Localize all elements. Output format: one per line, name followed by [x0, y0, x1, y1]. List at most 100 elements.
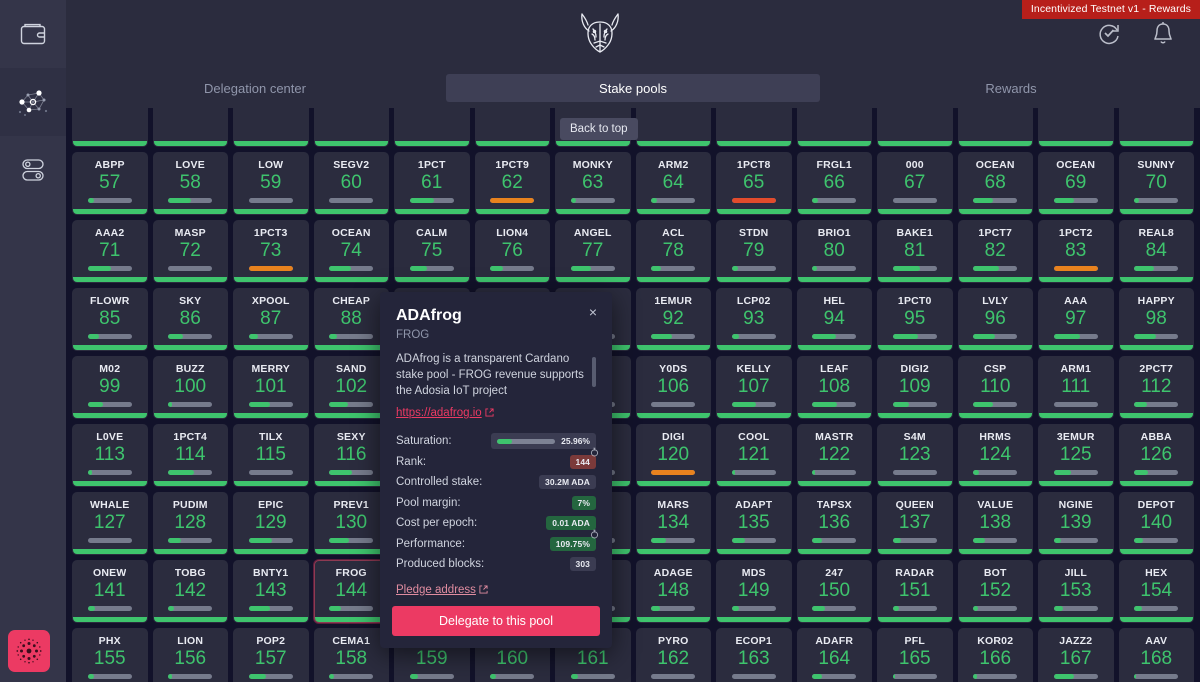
stake-pool-card[interactable]: FRGL1 66	[796, 152, 872, 215]
stake-pool-card[interactable]: LEAF 108	[796, 356, 872, 419]
stake-pool-card[interactable]: CEMA1 158	[313, 628, 389, 682]
stake-pool-card[interactable]: CSP 110	[957, 356, 1033, 419]
stake-pool-card[interactable]: S4M 123	[877, 424, 953, 487]
stake-pool-card[interactable]: JAZZ2 167	[1038, 628, 1114, 682]
stake-pool-card[interactable]: SKY 86	[152, 288, 228, 351]
stake-pool-card[interactable]: COOL 121	[716, 424, 792, 487]
info-icon[interactable]	[589, 528, 600, 539]
stake-pool-card[interactable]: LION4 76	[474, 220, 550, 283]
stake-pool-card[interactable]: QUEEN 137	[877, 492, 953, 555]
stake-pool-card[interactable]: KOR02 166	[957, 628, 1033, 682]
stake-pool-card[interactable]: 1PCT3 73	[233, 220, 309, 283]
stake-pool-card[interactable]	[474, 108, 550, 147]
stake-pool-card[interactable]: CALM 75	[394, 220, 470, 283]
delegate-to-pool-button[interactable]: Delegate to this pool	[392, 606, 600, 636]
stake-pool-card[interactable]: WHALE 127	[72, 492, 148, 555]
stake-pool-card[interactable]: MERRY 101	[233, 356, 309, 419]
stake-pool-card[interactable]: LCP02 93	[716, 288, 792, 351]
stake-pool-card[interactable]	[716, 108, 792, 147]
sidebar-item-cardano-network[interactable]	[8, 630, 50, 672]
stake-pool-card[interactable]: 1PCT7 82	[957, 220, 1033, 283]
stake-pool-card[interactable]: HAPPY 98	[1118, 288, 1194, 351]
stake-pool-card[interactable]: PUDIM 128	[152, 492, 228, 555]
pool-website-link[interactable]: https://adafrog.io	[396, 407, 494, 419]
stake-pool-card[interactable]	[1038, 108, 1114, 147]
stake-pool-card[interactable]: DIGI2 109	[877, 356, 953, 419]
stake-pool-card[interactable]: CHEAP 88	[313, 288, 389, 351]
stake-pool-card[interactable]: REAL8 84	[1118, 220, 1194, 283]
close-icon[interactable]: ×	[585, 304, 601, 320]
stake-pool-card[interactable]: ECOP1 163	[716, 628, 792, 682]
tab-delegation-center[interactable]: Delegation center	[68, 74, 442, 102]
stake-pool-card[interactable]: LION 156	[152, 628, 228, 682]
stake-pool-card[interactable]: LOVE 58	[152, 152, 228, 215]
stake-pool-card[interactable]: EPIC 129	[233, 492, 309, 555]
stake-pool-card[interactable]: MASP 72	[152, 220, 228, 283]
stake-pool-card[interactable]: OCEAN 69	[1038, 152, 1114, 215]
stake-pool-card[interactable]: SEGV2 60	[313, 152, 389, 215]
stake-pool-card[interactable]: 1PCT9 62	[474, 152, 550, 215]
stake-pool-card[interactable]: OCEAN 68	[957, 152, 1033, 215]
stake-pool-card[interactable]: STDN 79	[716, 220, 792, 283]
stake-pool-card[interactable]: 247 150	[796, 560, 872, 623]
stake-pool-card[interactable]: HEL 94	[796, 288, 872, 351]
pledge-address-link[interactable]: Pledge address	[396, 584, 488, 596]
stake-pool-card[interactable]: 1PCT 61	[394, 152, 470, 215]
stake-pool-card[interactable]: 000 67	[877, 152, 953, 215]
stake-pool-card[interactable]: 1PCT8 65	[716, 152, 792, 215]
stake-pool-card[interactable]: MARS 134	[635, 492, 711, 555]
stake-pool-card[interactable]: FROG 144	[313, 560, 389, 623]
stake-pool-card[interactable]: VALUE 138	[957, 492, 1033, 555]
stake-pool-card[interactable]	[635, 108, 711, 147]
stake-pool-card[interactable]: ACL 78	[635, 220, 711, 283]
stake-pool-card[interactable]: KELLY 107	[716, 356, 792, 419]
wallet-nav-button[interactable]	[0, 0, 66, 68]
stake-pool-card[interactable]: DIGI 120	[635, 424, 711, 487]
back-to-top-tooltip[interactable]: Back to top	[560, 118, 638, 140]
stake-pool-card[interactable]: ONEW 141	[72, 560, 148, 623]
sync-status-icon[interactable]	[1094, 18, 1124, 48]
stake-pool-card[interactable]: XPOOL 87	[233, 288, 309, 351]
stake-pool-card[interactable]: L0VE 113	[72, 424, 148, 487]
stake-pool-card[interactable]: ARM1 111	[1038, 356, 1114, 419]
stake-pool-card[interactable]	[152, 108, 228, 147]
stake-pool-card[interactable]: AAA2 71	[72, 220, 148, 283]
stake-pool-card[interactable]	[796, 108, 872, 147]
stake-pool-card[interactable]: ADAPT 135	[716, 492, 792, 555]
stake-pool-card[interactable]: SUNNY 70	[1118, 152, 1194, 215]
stake-pool-card[interactable]	[233, 108, 309, 147]
stake-pool-card[interactable]	[1118, 108, 1194, 147]
sidebar-item-network[interactable]	[0, 68, 66, 136]
stake-pool-card[interactable]: SAND 102	[313, 356, 389, 419]
stake-pool-card[interactable]: LVLY 96	[957, 288, 1033, 351]
sidebar-item-settings[interactable]	[0, 136, 66, 204]
stake-pool-card[interactable]: Y0DS 106	[635, 356, 711, 419]
stake-pool-card[interactable]: PYRO 162	[635, 628, 711, 682]
stake-pool-card[interactable]: ANGEL 77	[555, 220, 631, 283]
stake-pool-card[interactable]: BNTY1 143	[233, 560, 309, 623]
stake-pool-card[interactable]: LOW 59	[233, 152, 309, 215]
stake-pool-card[interactable]	[313, 108, 389, 147]
stake-pool-card[interactable]: BUZZ 100	[152, 356, 228, 419]
stake-pool-card[interactable]: FLOWR 85	[72, 288, 148, 351]
stake-pool-card[interactable]: BRIO1 80	[796, 220, 872, 283]
stake-pool-card[interactable]: RADAR 151	[877, 560, 953, 623]
stake-pool-card[interactable]: 1PCT2 83	[1038, 220, 1114, 283]
stake-pool-card[interactable]: 1PCT0 95	[877, 288, 953, 351]
stake-pool-card[interactable]: BAKE1 81	[877, 220, 953, 283]
stake-pool-card[interactable]	[877, 108, 953, 147]
stake-pool-card[interactable]: SEXY 116	[313, 424, 389, 487]
stake-pool-card[interactable]: PREV1 130	[313, 492, 389, 555]
description-scrollbar-thumb[interactable]	[592, 357, 596, 387]
stake-pool-card[interactable]: AAA 97	[1038, 288, 1114, 351]
stake-pools-grid-scroll[interactable]: ABPP 57 LOVE 58 LOW 59 SEGV2 60 1PCT 61 1PCT9 62 MON…	[66, 108, 1200, 682]
tab-rewards[interactable]: Rewards	[824, 74, 1198, 102]
stake-pool-card[interactable]: TILX 115	[233, 424, 309, 487]
stake-pool-card[interactable]: HEX 154	[1118, 560, 1194, 623]
stake-pool-card[interactable]: M02 99	[72, 356, 148, 419]
stake-pool-card[interactable]: TAPSX 136	[796, 492, 872, 555]
tab-stake-pools[interactable]: Stake pools	[446, 74, 820, 102]
info-icon[interactable]	[589, 446, 600, 457]
stake-pool-card[interactable]: ABBA 126	[1118, 424, 1194, 487]
stake-pool-card[interactable]: BOT 152	[957, 560, 1033, 623]
